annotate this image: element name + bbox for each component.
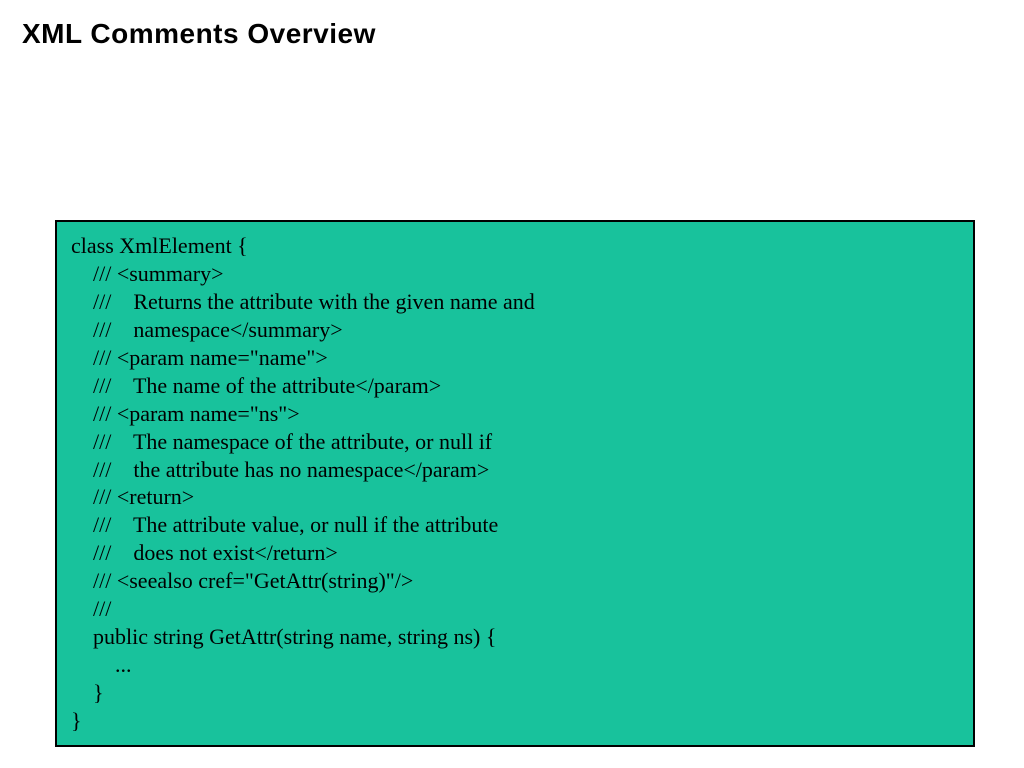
code-line: /// <summary> xyxy=(71,260,959,288)
page-title: XML Comments Overview xyxy=(22,18,376,50)
code-line: /// The namespace of the attribute, or n… xyxy=(71,428,959,456)
code-line: } xyxy=(71,707,959,735)
code-line: /// The attribute value, or null if the … xyxy=(71,511,959,539)
code-line: /// <return> xyxy=(71,483,959,511)
code-line: /// <param name="ns"> xyxy=(71,400,959,428)
code-line: /// The name of the attribute</param> xyxy=(71,372,959,400)
code-line: } xyxy=(71,679,959,707)
code-line: /// Returns the attribute with the given… xyxy=(71,288,959,316)
code-line: /// <seealso cref="GetAttr(string)"/> xyxy=(71,567,959,595)
code-line: ... xyxy=(71,651,959,679)
code-line: /// <param name="name"> xyxy=(71,344,959,372)
code-line: /// the attribute has no namespace</para… xyxy=(71,456,959,484)
code-line: public string GetAttr(string name, strin… xyxy=(71,623,959,651)
code-line: class XmlElement { xyxy=(71,232,959,260)
code-line: /// does not exist</return> xyxy=(71,539,959,567)
code-line: /// xyxy=(71,595,959,623)
code-line: /// namespace</summary> xyxy=(71,316,959,344)
code-block: class XmlElement { /// <summary> /// Ret… xyxy=(55,220,975,747)
